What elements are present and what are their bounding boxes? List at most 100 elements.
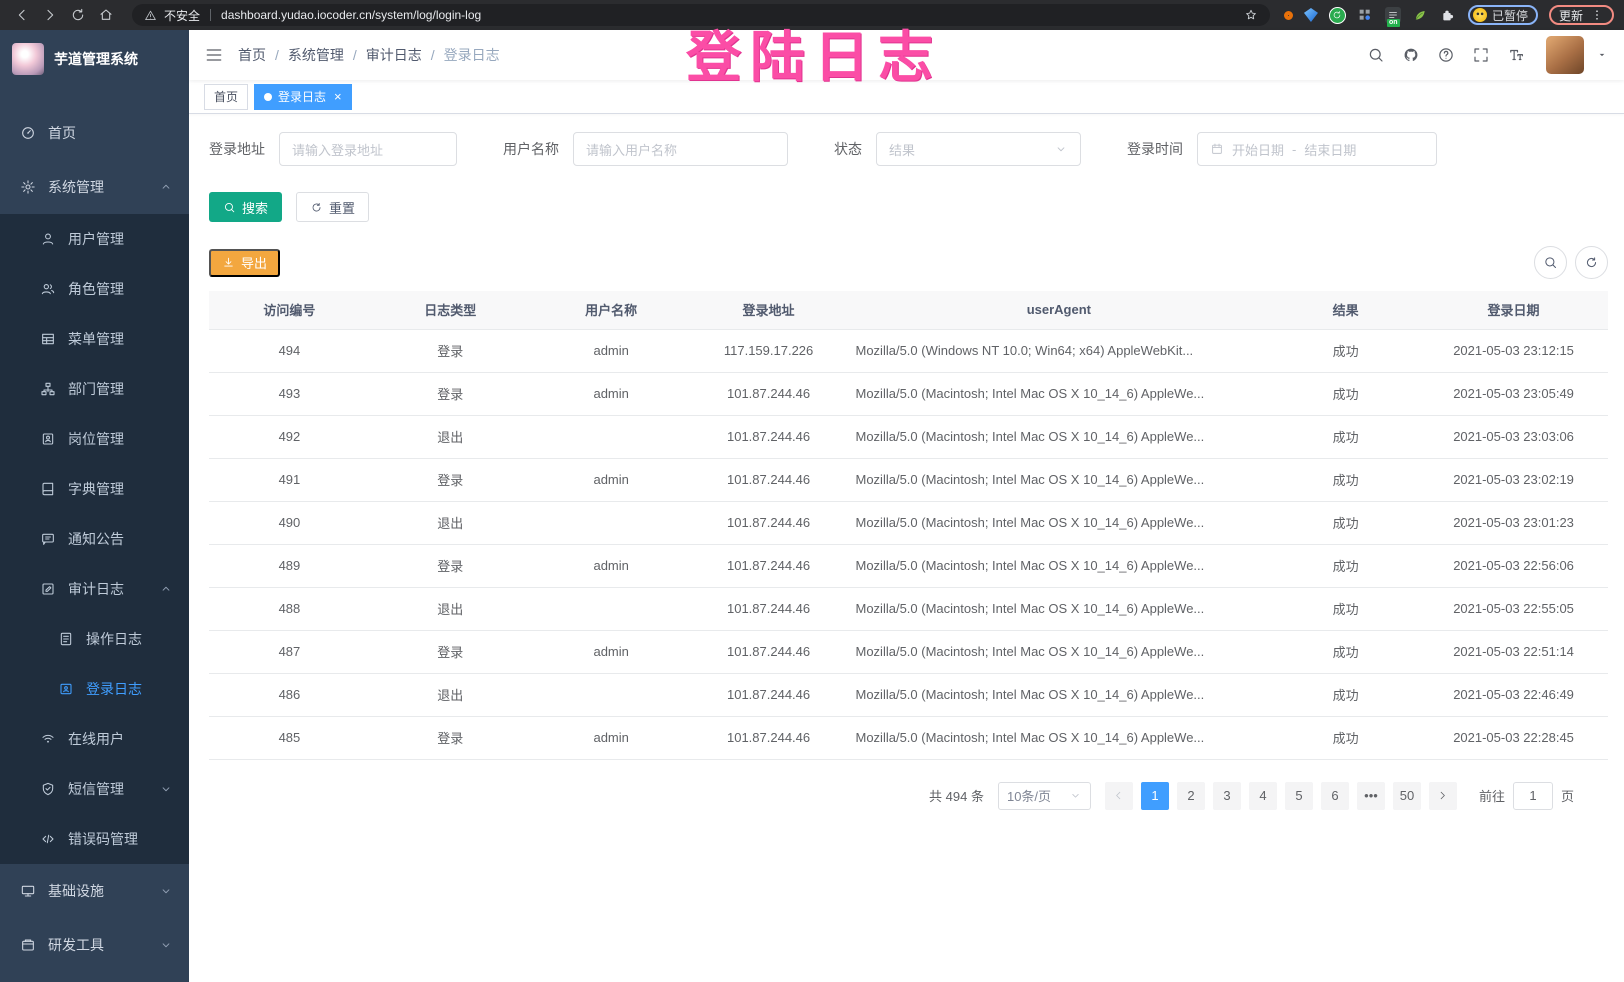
toggle-search-button[interactable] — [1534, 246, 1567, 279]
hamburger-icon[interactable] — [204, 45, 224, 65]
sidebar-item-label: 审计日志 — [68, 579, 124, 599]
search-button[interactable] — [1367, 46, 1385, 64]
page-button-50[interactable]: 50 — [1393, 782, 1421, 810]
sidebar-item-dashboard[interactable]: 首页 — [0, 106, 189, 160]
sidebar-item-gear[interactable]: 系统管理 — [0, 160, 189, 214]
page-button-2[interactable]: 2 — [1177, 782, 1205, 810]
update-button[interactable]: 更新 — [1549, 5, 1614, 25]
sidebar-item-dict[interactable]: 字典管理 — [0, 464, 189, 514]
table-row[interactable]: 487登录admin101.87.244.46Mozilla/5.0 (Maci… — [209, 630, 1608, 673]
page-button-3[interactable]: 3 — [1213, 782, 1241, 810]
cell: admin — [531, 372, 692, 415]
date-range-picker[interactable]: 开始日期 - 结束日期 — [1197, 132, 1437, 166]
search-button[interactable]: 搜索 — [209, 192, 282, 222]
column-header-5: 结果 — [1272, 291, 1419, 329]
question-button[interactable] — [1437, 46, 1455, 64]
table-row[interactable]: 488退出101.87.244.46Mozilla/5.0 (Macintosh… — [209, 587, 1608, 630]
tab-login-log[interactable]: 登录日志 × — [254, 84, 352, 110]
tags-bar: 首页 登录日志 × — [189, 80, 1624, 114]
page-button-4[interactable]: 4 — [1249, 782, 1277, 810]
extensions-puzzle-icon[interactable] — [1440, 7, 1457, 24]
sidebar-item-label: 操作日志 — [86, 629, 142, 649]
reload-button[interactable] — [66, 3, 90, 27]
sidebar-item-label: 部门管理 — [68, 379, 124, 399]
reset-button[interactable]: 重置 — [296, 192, 369, 222]
update-label: 更新 — [1559, 7, 1583, 24]
end-date-placeholder: 结束日期 — [1304, 140, 1356, 159]
sidebar-item-code[interactable]: 错误码管理 — [0, 814, 189, 864]
sidebar-item-message[interactable]: 通知公告 — [0, 514, 189, 564]
table-row[interactable]: 485登录admin101.87.244.46Mozilla/5.0 (Maci… — [209, 716, 1608, 759]
ext-switch-icon[interactable]: on — [1385, 7, 1401, 23]
tool-icon — [20, 937, 36, 953]
forward-button[interactable] — [38, 3, 62, 27]
table-row[interactable]: 491登录admin101.87.244.46Mozilla/5.0 (Maci… — [209, 458, 1608, 501]
table-row[interactable]: 494登录admin117.159.17.226Mozilla/5.0 (Win… — [209, 329, 1608, 372]
home-button[interactable] — [94, 3, 118, 27]
column-header-4: userAgent — [846, 291, 1273, 329]
page-size-label: 10条/页 — [1007, 786, 1051, 805]
table-row[interactable]: 490退出101.87.244.46Mozilla/5.0 (Macintosh… — [209, 501, 1608, 544]
chevron-down-icon — [159, 884, 173, 898]
star-icon — [1244, 8, 1258, 22]
next-page-button[interactable] — [1429, 782, 1457, 810]
page-button-•••[interactable]: ••• — [1357, 782, 1385, 810]
fontsize-button[interactable] — [1507, 46, 1525, 64]
sidebar-item-tool[interactable]: 研发工具 — [0, 918, 189, 972]
sidebar-item-form[interactable]: 操作日志 — [0, 614, 189, 664]
kebab-menu-icon[interactable] — [1590, 8, 1604, 22]
search-icon — [1543, 255, 1558, 270]
sidebar-item-logininfor[interactable]: 登录日志 — [0, 664, 189, 714]
breadcrumb-item[interactable]: 审计日志 — [366, 45, 422, 65]
page-button-6[interactable]: 6 — [1321, 782, 1349, 810]
breadcrumb-item[interactable]: 首页 — [238, 45, 266, 65]
ext-blue-gem-icon[interactable] — [1304, 8, 1318, 22]
github-button[interactable] — [1402, 46, 1420, 64]
table-row[interactable]: 486退出101.87.244.46Mozilla/5.0 (Macintosh… — [209, 673, 1608, 716]
page-size-select[interactable]: 10条/页 — [998, 782, 1091, 810]
status-select[interactable]: 结果 — [876, 132, 1081, 166]
ext-green-leaf-icon[interactable] — [1412, 7, 1429, 24]
sidebar-item-peoples[interactable]: 角色管理 — [0, 264, 189, 314]
table-row[interactable]: 489登录admin101.87.244.46Mozilla/5.0 (Maci… — [209, 544, 1608, 587]
tab-home[interactable]: 首页 — [204, 84, 248, 110]
fullscreen-button[interactable] — [1472, 46, 1490, 64]
ext-green-sync-icon[interactable] — [1329, 7, 1346, 24]
sidebar-item-sms[interactable]: 短信管理 — [0, 764, 189, 814]
page-button-1[interactable]: 1 — [1141, 782, 1169, 810]
sidebar-item-tree-table[interactable]: 菜单管理 — [0, 314, 189, 364]
cell: 退出 — [370, 501, 531, 544]
export-button[interactable]: 导出 — [209, 249, 280, 277]
logo-row[interactable]: 芋道管理系统 — [0, 30, 189, 88]
sidebar-item-log[interactable]: 审计日志 — [0, 564, 189, 614]
ext-orange-ring-icon[interactable] — [1284, 11, 1293, 20]
table-row[interactable]: 492退出101.87.244.46Mozilla/5.0 (Macintosh… — [209, 415, 1608, 458]
avatar[interactable] — [1546, 36, 1584, 74]
cell: 493 — [209, 372, 370, 415]
reload-icon — [1332, 10, 1342, 20]
breadcrumb-item[interactable]: 系统管理 — [288, 45, 344, 65]
profile-paused-chip[interactable]: 已暂停 — [1468, 5, 1538, 25]
sidebar-item-infra[interactable]: 基础设施 — [0, 864, 189, 918]
username-input[interactable]: 请输入用户名称 — [573, 132, 788, 166]
cell: 101.87.244.46 — [692, 673, 846, 716]
ext-grid-icon[interactable] — [1357, 7, 1374, 24]
calendar-icon — [1210, 142, 1224, 156]
sidebar-item-tree[interactable]: 部门管理 — [0, 364, 189, 414]
address-input[interactable]: 请输入登录地址 — [279, 132, 457, 166]
chevron-down-icon[interactable] — [1595, 48, 1609, 62]
sidebar-item-label: 系统管理 — [48, 177, 104, 197]
refresh-table-button[interactable] — [1575, 246, 1608, 279]
cell: 101.87.244.46 — [692, 372, 846, 415]
sidebar-item-post[interactable]: 岗位管理 — [0, 414, 189, 464]
sidebar-item-online[interactable]: 在线用户 — [0, 714, 189, 764]
bookmark-star-icon[interactable] — [1244, 8, 1258, 22]
sidebar-item-user[interactable]: 用户管理 — [0, 214, 189, 264]
close-icon[interactable]: × — [334, 90, 342, 103]
table-row[interactable]: 493登录admin101.87.244.46Mozilla/5.0 (Maci… — [209, 372, 1608, 415]
goto-page-input[interactable] — [1513, 782, 1553, 810]
address-bar[interactable]: 不安全 dashboard.yudao.iocoder.cn/system/lo… — [132, 4, 1270, 26]
prev-page-button[interactable] — [1105, 782, 1133, 810]
page-button-5[interactable]: 5 — [1285, 782, 1313, 810]
back-button[interactable] — [10, 3, 34, 27]
